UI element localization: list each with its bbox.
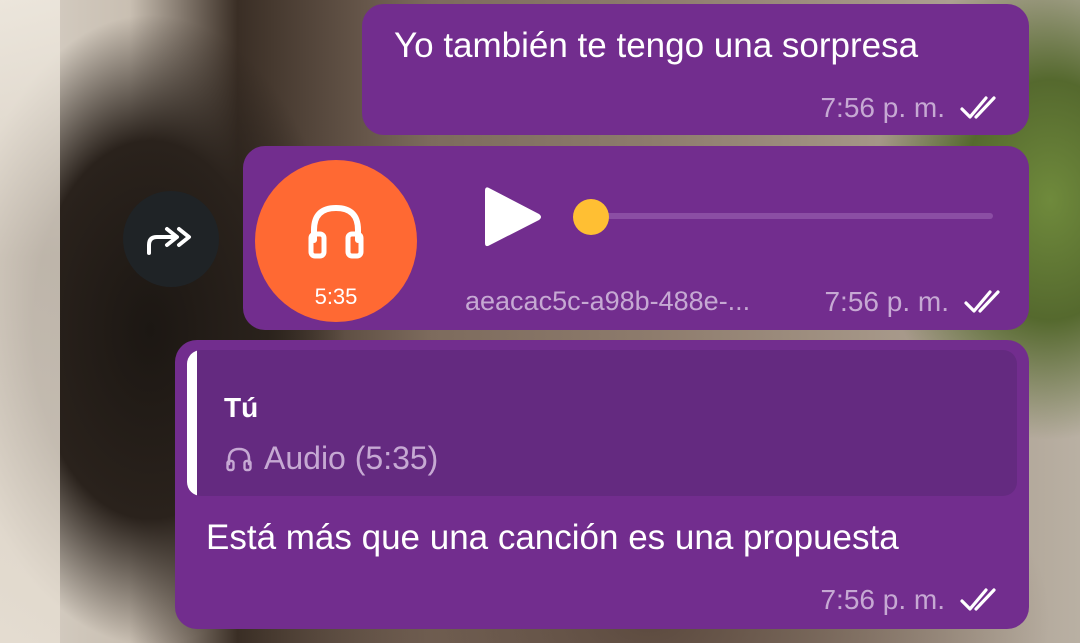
message-time: 7:56 p. m. [820, 584, 945, 615]
audio-message-bubble[interactable]: 5:35 aeacac5c-a98b-488e-... 7:56 p. m. [243, 146, 1029, 330]
quote-preview-text: Audio (5:35) [264, 440, 439, 476]
quoted-message[interactable]: Tú Audio (5:35) [187, 350, 1017, 496]
play-icon[interactable] [481, 182, 545, 252]
headphones-icon [308, 204, 364, 259]
forward-button[interactable] [123, 191, 219, 287]
message-meta: 7:56 p. m. [824, 286, 1007, 318]
message-text: Está más que una canción es una propuest… [206, 518, 899, 557]
quote-accent-bar [187, 350, 197, 496]
message-bubble-outgoing[interactable]: Yo también te tengo una sorpresa 7:56 p.… [362, 4, 1029, 135]
message-time: 7:56 p. m. [824, 286, 949, 317]
message-time: 7:56 p. m. [820, 92, 945, 123]
message-meta: 7:56 p. m. [820, 584, 1003, 616]
headphones-icon [226, 447, 252, 471]
double-check-icon [960, 588, 996, 611]
reply-message-bubble[interactable]: Tú Audio (5:35) Está más que una canción… [175, 340, 1029, 629]
forward-share-icon [147, 227, 191, 255]
audio-thumbnail[interactable]: 5:35 [255, 160, 417, 322]
double-check-icon [964, 290, 1000, 313]
audio-file-name: aeacac5c-a98b-488e-... [465, 286, 751, 316]
quote-author: Tú [224, 392, 259, 423]
chat-screen: Yo también te tengo una sorpresa 7:56 p.… [0, 0, 1080, 643]
seek-bar[interactable] [591, 213, 993, 219]
message-text: Yo también te tengo una sorpresa [394, 26, 919, 65]
quote-preview: Audio (5:35) [224, 440, 438, 477]
seek-handle[interactable] [573, 199, 609, 235]
audio-duration: 5:35 [314, 284, 358, 309]
wallpaper-photo [0, 0, 60, 643]
message-meta: 7:56 p. m. [820, 92, 1003, 124]
double-check-icon [960, 96, 996, 119]
